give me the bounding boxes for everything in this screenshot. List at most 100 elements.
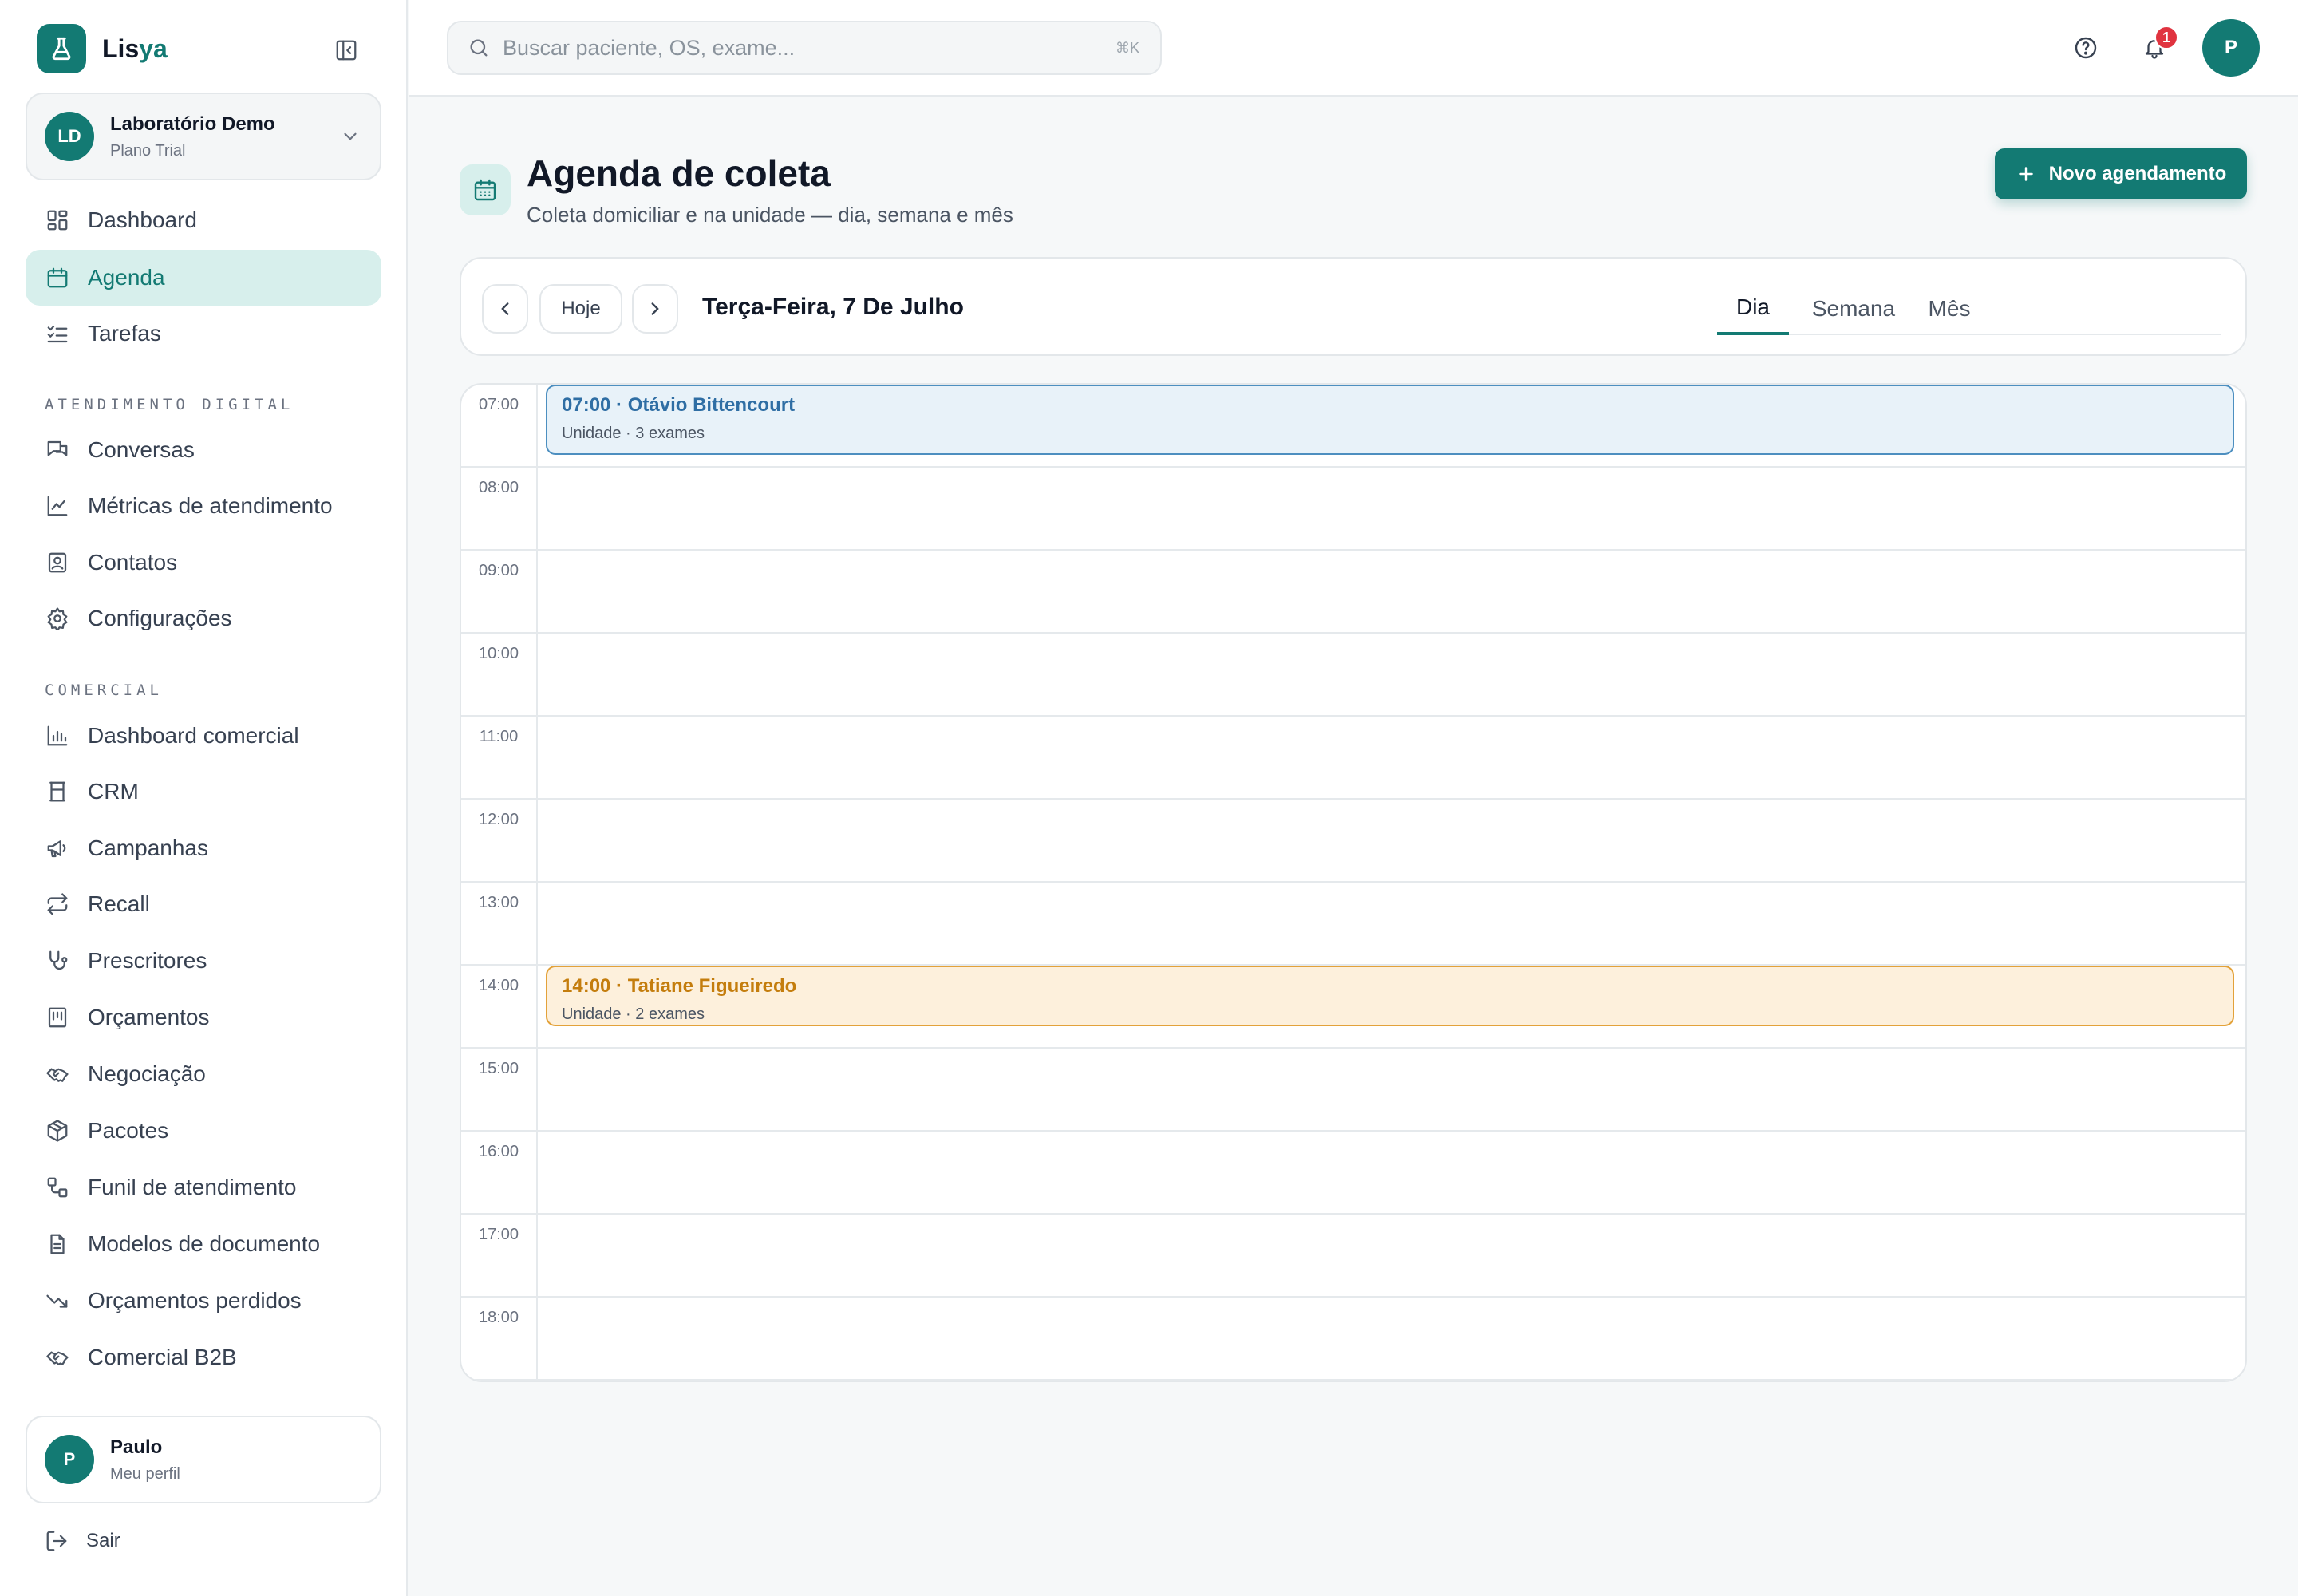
sidebar-item-funil[interactable]: Funil de atendimento <box>26 1159 381 1215</box>
chevron-right-icon <box>645 298 665 319</box>
sidebar-item-agenda[interactable]: Agenda <box>26 250 381 306</box>
receipt-icon <box>45 1005 70 1030</box>
hour-slot[interactable]: 13:00 <box>461 883 2245 966</box>
appointment-details: Unidade · 3 exames <box>562 425 705 442</box>
section-label-comercial: COMERCIAL <box>45 681 163 699</box>
hour-slot[interactable]: 08:00 <box>461 468 2245 551</box>
megaphone-icon <box>45 836 70 861</box>
user-profile-card[interactable]: P Paulo Meu perfil <box>26 1416 381 1503</box>
hour-slot[interactable]: 12:00 <box>461 800 2245 883</box>
topbar: ⌘K 1 P <box>409 0 2298 97</box>
sidebar-item-metricas[interactable]: Métricas de atendimento <box>26 478 381 534</box>
sidebar-item-pacotes[interactable]: Pacotes <box>26 1103 381 1159</box>
hour-slot[interactable]: 15:00 <box>461 1049 2245 1132</box>
org-plan: Plano Trial <box>110 141 186 160</box>
sidebar-item-campanhas[interactable]: Campanhas <box>26 820 381 876</box>
bar-chart-icon <box>45 723 70 749</box>
search-input[interactable] <box>503 35 1109 61</box>
search-box[interactable]: ⌘K <box>447 21 1162 75</box>
package-icon <box>45 1118 70 1144</box>
next-day-button[interactable] <box>632 284 678 334</box>
handshake-icon <box>45 1061 70 1087</box>
sidebar-item-label: Orçamentos <box>88 1005 210 1029</box>
sidebar-item-orcamentos[interactable]: Orçamentos <box>26 990 381 1045</box>
appointment-title: 14:00 · Tatiane Figueiredo <box>562 975 797 997</box>
page-subtitle: Coleta domiciliar e na unidade — dia, se… <box>527 203 1013 227</box>
chevron-down-icon <box>340 126 361 147</box>
org-avatar: LD <box>45 112 94 161</box>
org-name: Laboratório Demo <box>110 113 275 135</box>
calendar-icon <box>45 265 70 290</box>
tab-semana[interactable]: Semana <box>1806 282 1901 335</box>
tab-mes[interactable]: Mês <box>1917 282 1982 335</box>
user-name: Paulo <box>110 1436 163 1458</box>
line-chart-icon <box>45 493 70 519</box>
hour-slot[interactable]: 09:00 <box>461 551 2245 634</box>
logout-icon <box>45 1529 69 1553</box>
hour-label: 10:00 <box>461 634 538 717</box>
hour-slot[interactable]: 16:00 <box>461 1132 2245 1215</box>
hour-label: 08:00 <box>461 468 538 551</box>
logout-label: Sair <box>86 1530 120 1551</box>
sidebar-item-modelos-documento[interactable]: Modelos de documento <box>26 1216 381 1272</box>
sidebar-item-label: Tarefas <box>88 321 161 346</box>
sidebar-item-orcamentos-perdidos[interactable]: Orçamentos perdidos <box>26 1273 381 1329</box>
sidebar-item-prescritores[interactable]: Prescritores <box>26 933 381 989</box>
avatar[interactable]: P <box>2202 19 2260 77</box>
hour-slot[interactable]: 10:00 <box>461 634 2245 717</box>
sidebar-item-conversas[interactable]: Conversas <box>26 422 381 478</box>
document-icon <box>45 1231 70 1257</box>
organization-switcher[interactable]: LD Laboratório Demo Plano Trial <box>26 93 381 180</box>
sidebar-item-recall[interactable]: Recall <box>26 876 381 932</box>
logout-button[interactable]: Sair <box>45 1529 120 1553</box>
appointment-title: 07:00 · Otávio Bittencourt <box>562 394 796 416</box>
brand[interactable]: Lisya <box>37 24 168 73</box>
hour-label: 14:00 <box>461 966 538 1049</box>
sidebar-item-label: Dashboard <box>88 207 197 232</box>
sidebar-item-label: Prescritores <box>88 948 207 973</box>
trending-down-icon <box>45 1288 70 1314</box>
sidebar-item-tarefas[interactable]: Tarefas <box>26 306 381 361</box>
sidebar-item-label: Dashboard comercial <box>88 723 299 748</box>
user-profile-link: Meu perfil <box>110 1464 180 1483</box>
sidebar-collapse-icon[interactable] <box>330 36 362 65</box>
flask-icon <box>37 24 86 73</box>
chevron-left-icon <box>495 298 515 319</box>
dashboard-icon <box>45 207 70 233</box>
sidebar-item-configuracoes[interactable]: Configurações <box>26 591 381 646</box>
sidebar-item-negociacao[interactable]: Negociação <box>26 1046 381 1102</box>
hour-label: 09:00 <box>461 551 538 634</box>
crm-icon <box>45 779 70 804</box>
sidebar-item-label: Orçamentos perdidos <box>88 1288 302 1313</box>
prev-day-button[interactable] <box>482 284 528 334</box>
hour-slot[interactable]: 17:00 <box>461 1215 2245 1298</box>
stethoscope-icon <box>45 948 70 974</box>
sidebar-item-dashboard[interactable]: Dashboard <box>26 192 381 248</box>
sidebar-item-crm[interactable]: CRM <box>26 764 381 820</box>
plus-icon <box>2016 164 2036 184</box>
page-title: Agenda de coleta <box>527 152 831 194</box>
hour-slot[interactable]: 11:00 <box>461 717 2245 800</box>
new-appointment-label: Novo agendamento <box>2048 163 2227 184</box>
search-icon <box>468 37 490 59</box>
appointment-event[interactable]: 07:00 · Otávio Bittencourt Unidade · 3 ex… <box>546 385 2234 455</box>
tab-dia[interactable]: Dia <box>1717 282 1789 335</box>
sidebar-item-dashboard-comercial[interactable]: Dashboard comercial <box>26 708 381 764</box>
sidebar-item-contatos[interactable]: Contatos <box>26 535 381 591</box>
hour-slot[interactable]: 18:00 <box>461 1298 2245 1381</box>
new-appointment-button[interactable]: Novo agendamento <box>1995 148 2247 200</box>
sidebar-item-comercial-b2b[interactable]: Comercial B2B <box>26 1329 381 1385</box>
day-schedule-grid: 07:00 08:00 09:00 10:00 11:00 12:00 13:00 14:00… <box>460 383 2247 1382</box>
hour-label: 18:00 <box>461 1298 538 1381</box>
search-shortcut: ⌘K <box>1115 40 1139 56</box>
today-button[interactable]: Hoje <box>539 284 622 334</box>
hour-label: 13:00 <box>461 883 538 966</box>
contact-card-icon <box>45 550 70 575</box>
sidebar-item-label: Métricas de atendimento <box>88 493 333 518</box>
avatar: P <box>45 1435 94 1484</box>
gear-icon <box>45 606 70 631</box>
repeat-icon <box>45 891 70 917</box>
appointment-event[interactable]: 14:00 · Tatiane Figueiredo Unidade · 2 ex… <box>546 966 2234 1026</box>
help-icon[interactable] <box>2071 34 2100 62</box>
hour-label: 16:00 <box>461 1132 538 1215</box>
